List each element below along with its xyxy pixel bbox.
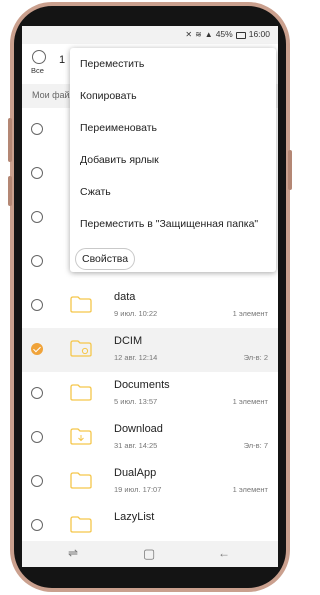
file-name: DCIM: [114, 335, 143, 347]
file-row[interactable]: DualApp 19 июл. 17:07 1 элемент: [22, 460, 278, 504]
battery-percent: 45%: [215, 29, 233, 39]
row-checkbox[interactable]: [31, 387, 43, 399]
menu-item-properties[interactable]: Свойства: [75, 248, 136, 270]
row-checkbox[interactable]: [31, 299, 43, 311]
file-item-count: Эл-в: 7: [243, 441, 268, 450]
menu-item[interactable]: Сжать: [80, 186, 111, 198]
file-date: 31 авг. 14:25: [114, 441, 158, 450]
folder-icon: [70, 428, 92, 445]
folder-icon: [70, 340, 92, 357]
file-date: 19 июл. 17:07: [114, 485, 162, 494]
file-date: 12 авг. 12:14: [114, 353, 158, 362]
row-checkbox[interactable]: [31, 255, 43, 267]
menu-item[interactable]: Переместить: [80, 58, 144, 70]
folder-icon: [70, 516, 92, 533]
home-icon[interactable]: ▢: [143, 546, 155, 562]
row-checkbox[interactable]: [31, 475, 43, 487]
menu-item[interactable]: Переместить в "Защищенная папка": [80, 218, 258, 230]
wifi-icon: ≋: [195, 29, 202, 39]
row-checkbox[interactable]: [31, 431, 43, 443]
file-row[interactable]: Documents 5 июл. 13:57 1 элемент: [22, 372, 278, 416]
row-checkbox[interactable]: [31, 167, 43, 179]
selected-count: 1: [59, 54, 66, 66]
bixby-button: [8, 176, 12, 206]
file-item-count: 1 элемент: [232, 397, 268, 406]
select-all-checkbox[interactable]: [32, 50, 46, 64]
volume-button: [8, 118, 12, 162]
file-date: 5 июл. 13:57: [114, 397, 158, 406]
file-item-count: 1 элемент: [232, 309, 268, 318]
file-row[interactable]: Download 31 авг. 14:25 Эл-в: 7: [22, 416, 278, 460]
navigation-bar: ⇌ ▢ ←: [22, 541, 278, 567]
status-icons: ✕ ≋ ▲ 45% 16:00: [185, 29, 270, 39]
file-date: 9 июл. 10:22: [114, 309, 158, 318]
battery-icon: [235, 31, 246, 39]
folder-icon: [70, 296, 92, 313]
file-name: LazyList: [114, 511, 155, 523]
signal-icon: ▲: [204, 29, 213, 39]
back-icon[interactable]: ←: [218, 546, 230, 560]
file-row[interactable]: DCIM 12 авг. 12:14 Эл-в: 2: [22, 328, 278, 372]
menu-item[interactable]: Копировать: [80, 90, 137, 102]
menu-item[interactable]: Добавить ярлык: [80, 154, 159, 166]
row-checkbox[interactable]: [31, 519, 43, 531]
clock: 16:00: [248, 29, 270, 39]
phone-frame: ✕ ≋ ▲ 45% 16:00 Все 1 Мои файлы 1 элемен…: [0, 0, 300, 595]
row-checkbox[interactable]: [31, 343, 43, 355]
file-item-count: 1 элемент: [232, 485, 268, 494]
row-checkbox[interactable]: [31, 123, 43, 135]
folder-icon: [70, 384, 92, 401]
file-name: Download: [114, 423, 163, 435]
file-item-count: Эл-в: 2: [243, 353, 268, 362]
row-checkbox[interactable]: [31, 211, 43, 223]
menu-item[interactable]: Переименовать: [80, 122, 157, 134]
file-name: DualApp: [114, 467, 157, 479]
context-menu: Переместить Копировать Переименовать Добави…: [70, 48, 276, 272]
recent-apps-icon[interactable]: ⇌: [68, 546, 78, 560]
screen: ✕ ≋ ▲ 45% 16:00 Все 1 Мои файлы 1 элемен…: [22, 26, 278, 567]
file-row[interactable]: data 9 июл. 10:22 1 элемент: [22, 284, 278, 328]
mute-icon: ✕: [185, 29, 193, 39]
file-name: Documents: [114, 379, 170, 391]
status-bar: ✕ ≋ ▲ 45% 16:00: [22, 26, 278, 44]
select-all-label: Все: [31, 66, 44, 75]
power-button: [288, 150, 292, 190]
file-name: data: [114, 291, 136, 303]
folder-icon: [70, 472, 92, 489]
